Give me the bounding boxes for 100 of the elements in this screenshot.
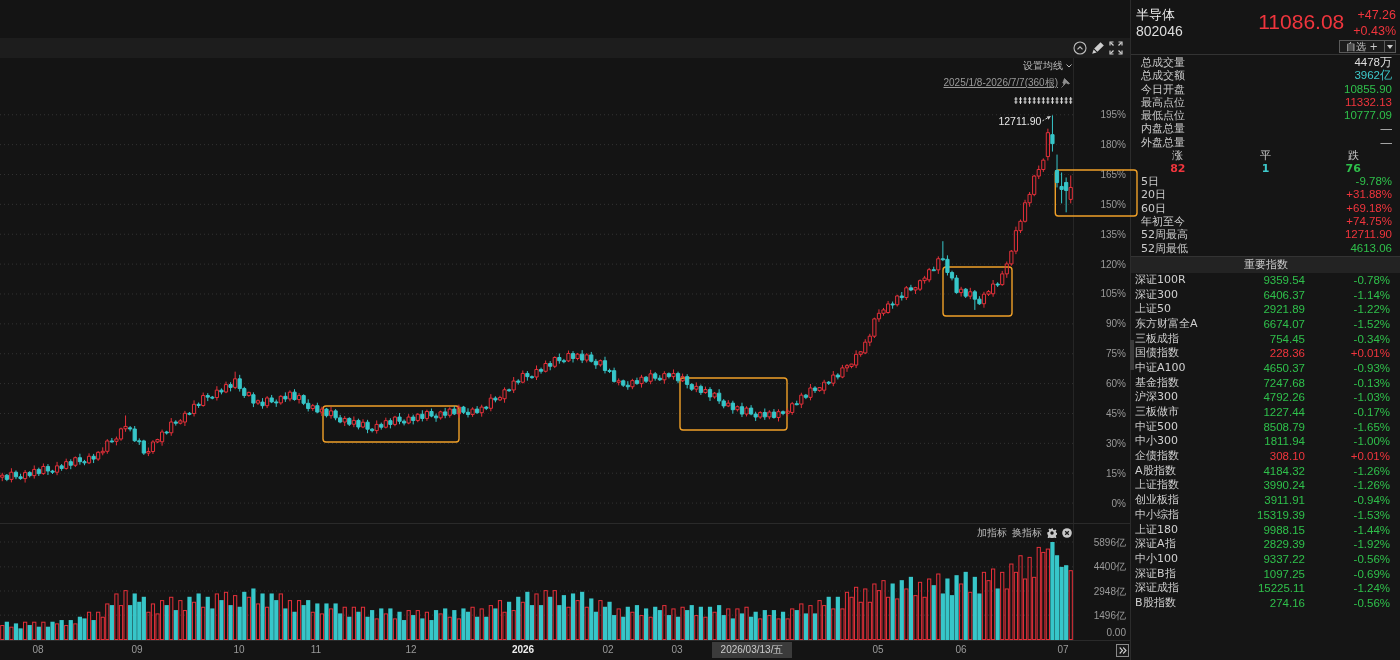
stat-value: 4478万 (1354, 56, 1392, 69)
candlestick (169, 417, 174, 437)
bar (1050, 542, 1055, 640)
candlestick (45, 463, 51, 476)
bar (972, 576, 977, 640)
index-value: 8508.79 (1263, 419, 1305, 435)
candlestick (9, 467, 14, 483)
bar (799, 603, 804, 640)
bar (575, 600, 580, 640)
candlestick (360, 418, 366, 429)
index-value: 7247.68 (1263, 375, 1305, 391)
index-change: -1.22% (1353, 302, 1390, 317)
pin-icon[interactable] (1061, 78, 1070, 88)
candlestick (890, 301, 895, 310)
candlestick (885, 300, 891, 315)
add-indicator-button[interactable]: 加指标 (977, 527, 1007, 539)
bar (470, 606, 475, 640)
index-name: 深证B指 (1135, 566, 1176, 582)
stat-value: 10855.90 (1344, 82, 1392, 96)
pencil-icon[interactable] (1091, 41, 1105, 55)
last-price: 11086.08 (1258, 9, 1345, 35)
candlestick (995, 281, 1000, 288)
candlestick (23, 469, 28, 484)
settings-icon[interactable] (1047, 528, 1057, 538)
candlestick (315, 402, 320, 414)
bar (625, 606, 630, 640)
index-value: 3911.91 (1264, 493, 1305, 508)
candlestick (278, 394, 283, 406)
candlestick (566, 350, 571, 363)
bar (753, 611, 758, 640)
candlestick (516, 378, 521, 386)
fullscreen-icon[interactable] (1109, 41, 1123, 55)
candlestick (840, 364, 845, 379)
bar (602, 606, 608, 640)
bar (895, 598, 900, 640)
candlestick (456, 404, 461, 419)
panel-handle[interactable] (1130, 340, 1134, 370)
candlestick (68, 458, 73, 470)
switch-indicator-button[interactable]: 换指标 (1012, 527, 1042, 539)
candlestick (621, 379, 626, 388)
bar (488, 605, 493, 640)
stat-value: — (1380, 122, 1392, 136)
collapse-icon[interactable] (1073, 41, 1087, 55)
candlestick (223, 381, 229, 394)
date-axis-label: 03 (671, 644, 683, 656)
candlestick (424, 409, 430, 422)
index-change: -1.92% (1353, 537, 1390, 552)
bar (187, 596, 192, 640)
bar (968, 591, 973, 640)
price-axis-label: 150% (1100, 198, 1126, 210)
candlestick (602, 356, 608, 374)
bar (475, 616, 480, 640)
bar (310, 611, 315, 640)
index-change: -0.13% (1353, 375, 1390, 391)
index-change: -0.17% (1353, 405, 1390, 420)
bar (917, 581, 923, 640)
bar (342, 606, 347, 640)
chevrons-right-icon (1118, 647, 1127, 654)
bar (223, 591, 229, 640)
close-icon[interactable] (1062, 528, 1072, 538)
bar (191, 601, 197, 640)
bar (698, 606, 703, 640)
crosshair-date-tag: 2026/03/13/五 (712, 642, 792, 658)
candlestick (936, 255, 941, 275)
bar (9, 626, 14, 640)
bar (954, 575, 959, 640)
leader-arrow (1041, 115, 1051, 122)
date-axis-label: 09 (131, 644, 143, 656)
candlestick (73, 455, 78, 468)
date-range-link[interactable]: 2025/1/8-2026/7/7(360根) (943, 77, 1058, 89)
index-change: -1.26% (1353, 463, 1390, 479)
bar (374, 618, 379, 640)
index-value: 9988.15 (1263, 522, 1305, 538)
index-value: 4792.26 (1263, 390, 1305, 406)
bar (520, 601, 525, 640)
bar (54, 623, 60, 640)
volume-axis-label: 0.00 (1106, 626, 1126, 638)
candlestick (356, 418, 361, 430)
price-axis-label: 45% (1106, 407, 1126, 419)
index-value: 1097.25 (1263, 566, 1305, 582)
candlestick (452, 405, 457, 416)
bar (251, 588, 256, 640)
watchlist-button[interactable]: 自选 + (1339, 40, 1385, 53)
ma-settings-button[interactable]: 设置均线 (1023, 60, 1072, 72)
candlestick (812, 385, 818, 394)
candlestick (794, 400, 799, 406)
index-change: -1.65% (1353, 419, 1390, 435)
bar (452, 610, 457, 640)
bar (292, 611, 297, 640)
candlestick (191, 399, 197, 417)
bar (1018, 555, 1023, 640)
bar (776, 618, 781, 640)
expand-button[interactable] (1116, 644, 1129, 657)
index-change: -1.14% (1353, 287, 1390, 303)
watchlist-dropdown-button[interactable] (1385, 40, 1396, 53)
index-name: 三板成指 (1135, 331, 1179, 347)
bar (260, 593, 265, 640)
price-axis-label: 15% (1106, 467, 1126, 479)
index-change: -0.78% (1353, 272, 1390, 288)
index-name: 中小100 (1135, 551, 1178, 567)
